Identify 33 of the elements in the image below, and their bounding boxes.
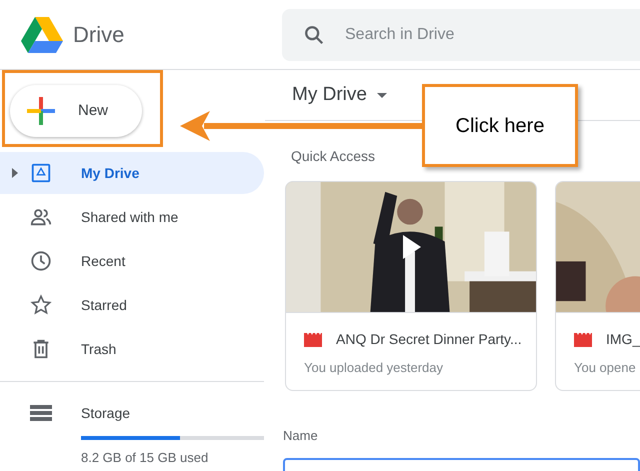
new-button[interactable]: New [10,85,142,137]
section-title: Quick Access [291,147,376,166]
file-activity: You uploaded yesterday [304,359,444,377]
file-card[interactable]: ANQ Dr Secret Dinner Party... You uploaded yesterday [285,181,537,391]
nav-item[interactable]: Starred [0,284,264,326]
file-name: ANQ Dr Secret Dinner Party... [336,330,522,349]
logo-icon [21,16,63,52]
star-icon [30,294,52,316]
video-file-icon [304,332,322,346]
file-card[interactable]: IMG_ You opene [555,181,640,391]
callout-text: Click here [456,114,544,138]
plus-icon [27,97,55,125]
people-icon [30,206,52,228]
nav-item[interactable]: My Drive [0,152,264,194]
page-title[interactable]: My Drive [292,80,387,110]
nav-item[interactable]: Trash [0,328,264,370]
column-header: Name [283,427,319,445]
storage-icon [30,405,52,421]
caret-down-icon [376,92,387,98]
storage-usage: 8.2 GB of 15 GB used [81,449,210,467]
nav-item[interactable]: Shared with me [0,196,264,238]
file-name: IMG_ [606,330,640,349]
search-field[interactable]: Search in Drive [282,8,640,60]
drive-icon [30,162,52,184]
play-icon [403,235,421,259]
caret-icon [12,168,18,178]
search-icon [303,24,325,46]
app-name: Drive [73,21,124,49]
clock-icon [30,250,52,272]
file-activity: You opene [574,359,637,377]
storage-label: Storage [81,404,130,423]
nav-item[interactable]: Recent [0,240,264,282]
video-file-icon [574,332,592,346]
